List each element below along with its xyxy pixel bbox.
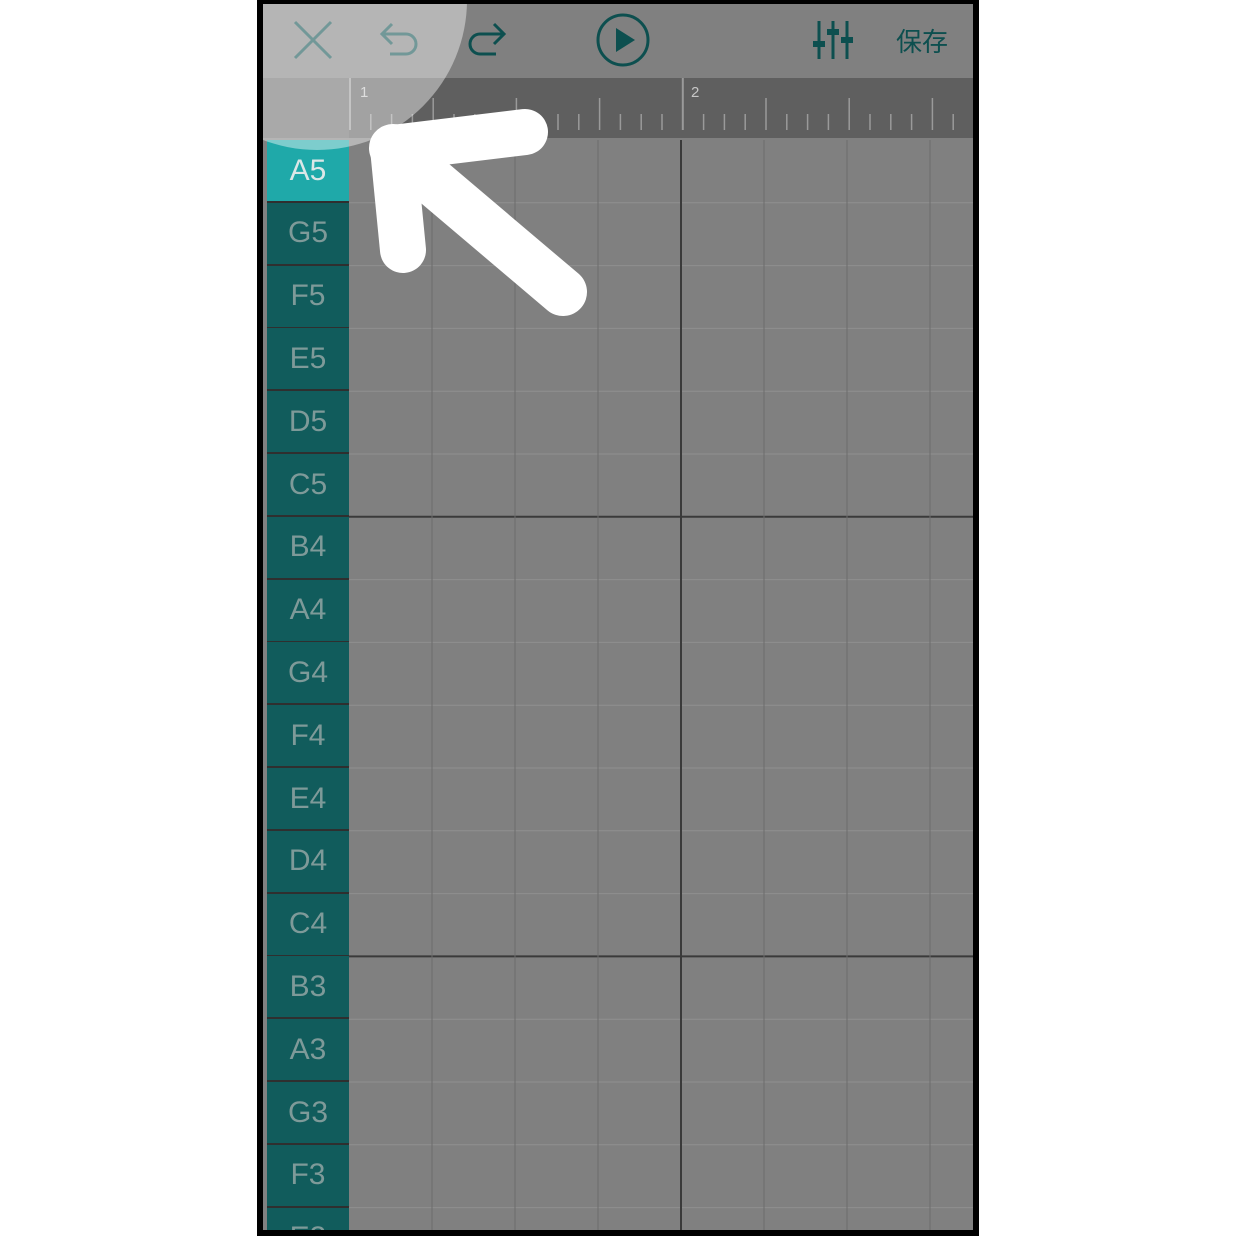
piano-key-e5[interactable]: E5 [267, 328, 349, 392]
piano-key-f3[interactable]: F3 [267, 1144, 349, 1208]
toolbar: 保存 [257, 0, 979, 78]
bar-number-label: 2 [691, 84, 700, 101]
piano-key-d4[interactable]: D4 [267, 830, 349, 894]
play-button[interactable] [591, 8, 655, 72]
play-icon [596, 13, 650, 67]
redo-icon [468, 22, 507, 56]
undo-button[interactable] [369, 8, 429, 72]
piano-key-g4[interactable]: G4 [267, 642, 349, 706]
piano-key-b3[interactable]: B3 [267, 956, 349, 1020]
piano-key-d5[interactable]: D5 [267, 391, 349, 455]
piano-roll-screen: 保存 1 2 A5 G5 F5 E5 D5 C5 B4 A4 G4 F4 E4 D4 C4 B3 A3 G3 F… [257, 0, 979, 1236]
piano-key-a5[interactable]: A5 [267, 140, 349, 203]
piano-key-f4[interactable]: F4 [267, 705, 349, 769]
piano-key-e4[interactable]: E4 [267, 768, 349, 831]
timeline-ruler[interactable]: 1 2 [257, 78, 979, 138]
note-grid[interactable] [349, 140, 979, 1236]
piano-key-b4[interactable]: B4 [267, 516, 349, 580]
bar-number-label: 1 [360, 84, 369, 101]
piano-key-a4[interactable]: A4 [267, 579, 349, 643]
piano-key-a3[interactable]: A3 [267, 1019, 349, 1083]
piano-key-f5[interactable]: F5 [267, 265, 349, 329]
piano-key-g5[interactable]: G5 [267, 202, 349, 266]
piano-key-c5[interactable]: C5 [267, 454, 349, 517]
mixer-button[interactable] [805, 8, 861, 72]
piano-key-g3[interactable]: G3 [267, 1082, 349, 1145]
close-icon [293, 20, 333, 60]
piano-key-e3[interactable]: E3 [267, 1207, 349, 1236]
close-button[interactable] [285, 8, 341, 72]
undo-icon [379, 22, 418, 56]
mixer-sliders-icon [813, 21, 853, 59]
save-button[interactable]: 保存 [887, 8, 957, 72]
redo-button[interactable] [457, 8, 517, 72]
piano-key-list: A5G5F5E5D5C5B4A4G4F4E4D4C4B3A3G3F3E3 [267, 140, 349, 1236]
piano-key-c4[interactable]: C4 [267, 893, 349, 957]
